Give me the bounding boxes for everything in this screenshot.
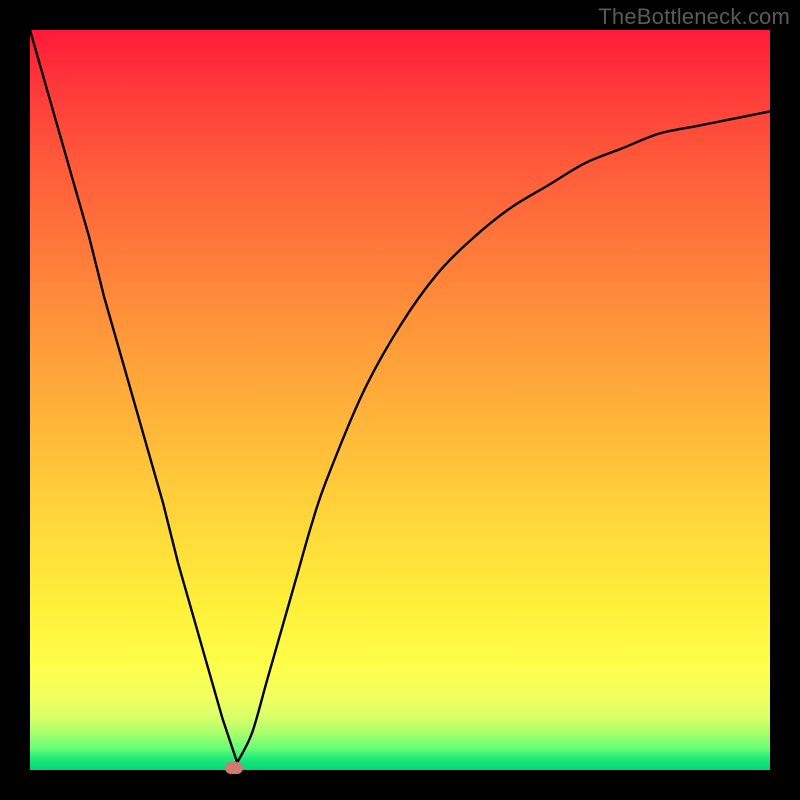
chart-frame: TheBottleneck.com xyxy=(0,0,800,800)
minimum-marker xyxy=(225,762,243,774)
watermark-text: TheBottleneck.com xyxy=(598,4,790,30)
plot-area xyxy=(30,30,770,770)
bottleneck-curve xyxy=(30,30,770,770)
